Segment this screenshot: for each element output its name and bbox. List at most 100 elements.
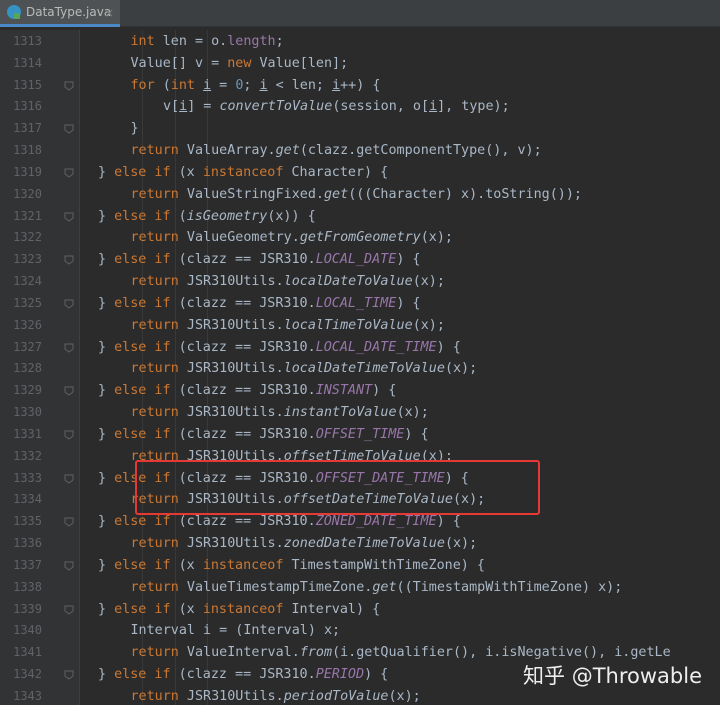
fold-marker-icon[interactable] xyxy=(64,430,74,440)
code-token: JSR310Utils. xyxy=(178,317,284,333)
code-text: } else if (clazz == JSR310.LOCAL_TIME) { xyxy=(98,293,421,315)
line-number[interactable]: 1333 xyxy=(2,468,42,490)
code-token: } xyxy=(98,383,115,399)
code-token: else if xyxy=(114,667,171,683)
line-number[interactable]: 1314 xyxy=(2,53,42,75)
line-number[interactable]: 1336 xyxy=(2,533,42,555)
code-line-1323: 1323 } else if (clazz == JSR310.LOCAL_DAT… xyxy=(0,249,720,271)
line-number[interactable]: 1324 xyxy=(2,271,42,293)
code-token: get xyxy=(372,579,397,595)
code-token: } xyxy=(98,470,115,486)
fold-marker-icon[interactable] xyxy=(64,212,74,222)
code-token: JSR310Utils. xyxy=(178,361,284,377)
line-number[interactable]: 1326 xyxy=(2,315,42,337)
code-editor[interactable]: 1313 int len = o.length; 1314 Value[] v = n… xyxy=(0,30,720,705)
line-number[interactable]: 1318 xyxy=(2,140,42,162)
code-token: (x xyxy=(170,557,203,573)
code-token: ZONED_DATE_TIME xyxy=(315,514,437,530)
line-number[interactable]: 1340 xyxy=(2,620,42,642)
line-number[interactable]: 1322 xyxy=(2,227,42,249)
line-number[interactable]: 1317 xyxy=(2,118,42,140)
code-token: i xyxy=(429,99,438,115)
line-number[interactable]: 1325 xyxy=(2,293,42,315)
line-number[interactable]: 1339 xyxy=(2,599,42,621)
code-line-1321: 1321} else if (isGeometry(x)) { xyxy=(0,206,720,228)
code-token: periodToValue xyxy=(283,688,389,704)
line-number[interactable]: 1328 xyxy=(2,358,42,380)
code-token: ) { xyxy=(396,295,421,311)
fold-marker-icon[interactable] xyxy=(64,81,74,91)
code-token: i xyxy=(332,77,341,93)
code-token: ValueGeometry. xyxy=(178,230,300,246)
code-token: } xyxy=(130,121,139,137)
code-line-1325: 1325 } else if (clazz == JSR310.LOCAL_TIM… xyxy=(0,293,720,315)
code-token: return xyxy=(130,405,179,421)
code-text: return JSR310Utils.zonedDateTimeToValue(… xyxy=(131,533,478,555)
code-line-1314: 1314 Value[] v = new Value[len]; xyxy=(0,53,720,75)
code-token: } xyxy=(98,208,115,224)
line-number[interactable]: 1316 xyxy=(2,96,42,118)
fold-marker-icon[interactable] xyxy=(64,561,74,571)
line-number[interactable]: 1320 xyxy=(2,184,42,206)
line-number[interactable]: 1338 xyxy=(2,577,42,599)
line-number[interactable]: 1330 xyxy=(2,402,42,424)
line-number[interactable]: 1332 xyxy=(2,446,42,468)
fold-marker-icon[interactable] xyxy=(64,386,74,396)
code-token: ) { xyxy=(436,339,461,355)
line-number[interactable]: 1327 xyxy=(2,337,42,359)
line-number[interactable]: 1313 xyxy=(2,31,42,53)
fold-marker-icon[interactable] xyxy=(64,299,74,309)
java-class-icon xyxy=(7,5,21,19)
code-token: instanceof xyxy=(202,601,284,617)
line-number[interactable]: 1334 xyxy=(2,489,42,511)
code-text: } else if (x instanceof Character) { xyxy=(98,162,388,184)
code-token: instanceof xyxy=(202,164,284,180)
code-text: v[i] = convertToValue(session, o[i], typ… xyxy=(163,96,510,118)
fold-marker-icon[interactable] xyxy=(64,670,74,680)
code-text: } else if (clazz == JSR310.LOCAL_DATE_TI… xyxy=(98,337,461,359)
code-text: return JSR310Utils.periodToValue(x); xyxy=(131,686,421,705)
line-number[interactable]: 1315 xyxy=(2,75,42,97)
line-number[interactable]: 1335 xyxy=(2,511,42,533)
code-token: return xyxy=(130,645,179,661)
code-token: } xyxy=(98,339,115,355)
tab-datatype-java[interactable]: DataType.java × xyxy=(0,0,120,27)
fold-marker-icon[interactable] xyxy=(64,605,74,615)
code-token: } xyxy=(98,601,115,617)
line-number[interactable]: 1331 xyxy=(2,424,42,446)
fold-marker-icon[interactable] xyxy=(64,124,74,134)
fold-marker-icon[interactable] xyxy=(64,343,74,353)
line-number[interactable]: 1321 xyxy=(2,206,42,228)
line-number[interactable]: 1343 xyxy=(2,686,42,705)
line-number[interactable]: 1337 xyxy=(2,555,42,577)
code-token: ValueArray. xyxy=(178,143,276,159)
code-token: JSR310Utils. xyxy=(178,688,284,704)
fold-marker-icon[interactable] xyxy=(64,255,74,265)
code-token: int xyxy=(130,34,155,49)
code-token: else if xyxy=(114,252,171,268)
code-token: return xyxy=(130,579,179,595)
fold-marker-icon[interactable] xyxy=(64,168,74,178)
line-number[interactable]: 1319 xyxy=(2,162,42,184)
code-text: } else if (clazz == JSR310.LOCAL_DATE) { xyxy=(98,249,421,271)
line-number[interactable]: 1323 xyxy=(2,249,42,271)
code-line-1327: 1327 } else if (clazz == JSR310.LOCAL_DAT… xyxy=(0,337,720,359)
fold-marker-icon[interactable] xyxy=(64,517,74,527)
code-token: for xyxy=(130,77,155,93)
code-text: return JSR310Utils.localDateToValue(x); xyxy=(131,271,445,293)
code-token: int xyxy=(170,77,195,93)
line-number[interactable]: 1329 xyxy=(2,380,42,402)
code-line-1337: 1337} else if (x instanceof TimestampWit… xyxy=(0,555,720,577)
code-token: } xyxy=(98,557,115,573)
code-token: len = o. xyxy=(154,34,228,49)
code-token: (x xyxy=(170,601,203,617)
fold-marker-icon[interactable] xyxy=(64,474,74,484)
line-number[interactable]: 1341 xyxy=(2,642,42,664)
code-text: return JSR310Utils.localDateTimeToValue(… xyxy=(131,358,478,380)
line-number[interactable]: 1342 xyxy=(2,664,42,686)
code-text: return ValueArray.get(clazz.getComponent… xyxy=(131,140,542,162)
code-token: return xyxy=(130,274,179,290)
close-icon[interactable]: × xyxy=(104,6,114,20)
code-text: return ValueStringFixed.get(((Character)… xyxy=(131,184,582,206)
